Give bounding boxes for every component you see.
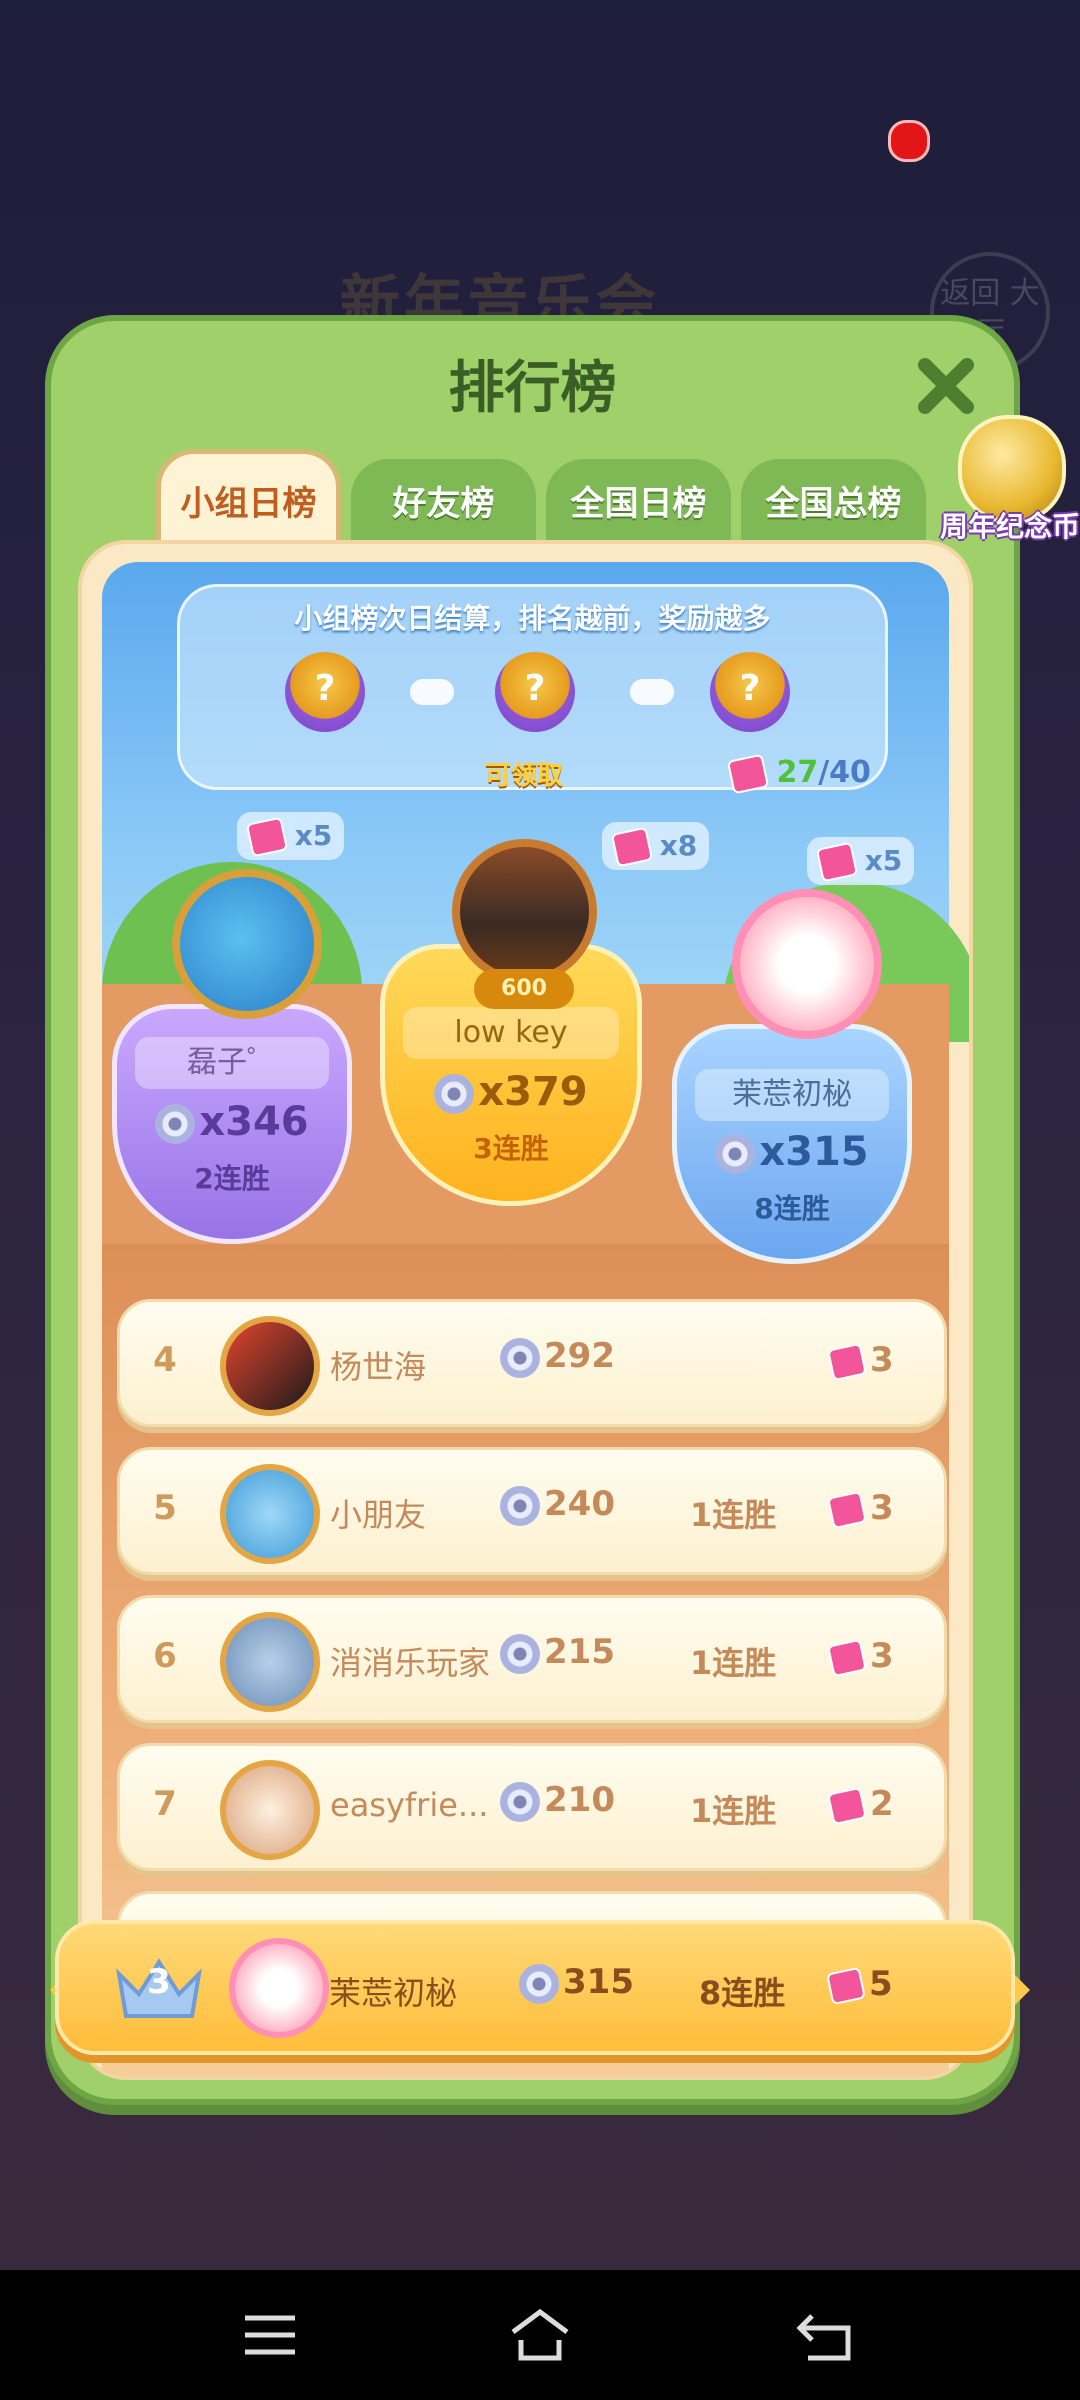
list-row[interactable]: 4 杨世海 292 3 xyxy=(117,1299,947,1427)
ticket-icon xyxy=(726,753,770,794)
ticket-progress: 27/40 xyxy=(726,753,871,794)
my-rank-row[interactable]: 3 茉莣初柲 315 8连胜 5 xyxy=(55,1920,1015,2055)
disc-icon xyxy=(500,1485,540,1526)
player-score: 315 xyxy=(519,1962,634,2004)
panel-title: 排行榜 xyxy=(448,356,617,421)
reward-bag-icon[interactable]: ? xyxy=(710,652,790,732)
menu-icon[interactable] xyxy=(235,2300,305,2370)
disc-icon xyxy=(519,1963,559,2004)
ticket-count: 3 xyxy=(827,1488,894,1529)
ticket-icon xyxy=(827,1490,867,1529)
avatar xyxy=(220,1760,320,1860)
rank-number: 7 xyxy=(153,1784,177,1824)
progress-total: /40 xyxy=(818,755,871,790)
player-name: 消消乐玩家 xyxy=(330,1644,491,1682)
rank-number: 5 xyxy=(153,1488,177,1528)
anniversary-coin-button[interactable]: 周年纪念币 xyxy=(940,415,1080,555)
podium-rank-3[interactable]: 茉莣初柲 x315 8连胜 xyxy=(672,1024,912,1264)
avatar-rank-2[interactable] xyxy=(172,869,322,1019)
ticket-bubble-rank2: x5 xyxy=(237,812,345,860)
player-score: x379 xyxy=(385,1069,637,1115)
avatar xyxy=(220,1612,320,1712)
avatar xyxy=(220,1316,320,1416)
disc-icon xyxy=(500,1337,540,1378)
ticket-bubble-rank1: x8 xyxy=(602,822,710,870)
ticket-icon xyxy=(815,841,859,883)
win-streak: 2连胜 xyxy=(194,1162,270,1195)
leaderboard-content: 小组榜次日结算，排名越前，奖励越多 ? ? 可领取 ? 27/40 x5 x8 … xyxy=(78,540,973,2080)
ticket-icon xyxy=(826,1966,866,2005)
disc-icon xyxy=(715,1134,756,1174)
avatar xyxy=(220,1464,320,1564)
win-streak: 3连胜 xyxy=(473,1132,549,1165)
player-name: 磊子゜ xyxy=(135,1037,329,1089)
ticket-count: 3 xyxy=(827,1636,894,1677)
disc-icon xyxy=(500,1781,540,1822)
win-streak: 8连胜 xyxy=(754,1192,830,1225)
podium-rank-2[interactable]: 磊子゜ x346 2连胜 xyxy=(112,1004,352,1244)
tab-group-daily[interactable]: 小组日榜 xyxy=(156,449,341,554)
player-score: x346 xyxy=(117,1099,347,1145)
avatar xyxy=(229,1938,329,2038)
player-name: 杨世海 xyxy=(330,1348,427,1386)
player-name: low key xyxy=(403,1007,619,1059)
ticket-icon xyxy=(610,826,654,868)
player-name: 茉莣初柲 xyxy=(695,1069,889,1121)
ticket-icon xyxy=(827,1638,867,1677)
system-navbar xyxy=(0,2270,1080,2400)
win-streak: 1连胜 xyxy=(690,1792,777,1830)
ticket-icon xyxy=(827,1342,867,1381)
progress-current: 27 xyxy=(776,755,819,790)
list-row[interactable]: 7 easyfrie... 210 1连胜 2 xyxy=(117,1743,947,1871)
close-icon[interactable] xyxy=(911,351,981,421)
player-score: 240 xyxy=(500,1484,615,1526)
player-score: x315 xyxy=(677,1129,907,1175)
ticket-count: 5 xyxy=(826,1964,893,2005)
ticket-bubble-rank3: x5 xyxy=(807,837,915,885)
disc-icon xyxy=(500,1633,540,1674)
player-name: easyfrie... xyxy=(330,1786,489,1824)
rank-number: 4 xyxy=(153,1340,177,1380)
player-score: 292 xyxy=(500,1336,615,1378)
reward-bag-icon[interactable]: ? xyxy=(495,652,575,732)
disc-icon xyxy=(434,1074,475,1114)
rank-number: 6 xyxy=(153,1636,177,1676)
notice-text: 小组榜次日结算，排名越前，奖励越多 xyxy=(294,602,771,635)
disc-icon xyxy=(155,1104,196,1144)
arrow-icon xyxy=(410,679,454,705)
player-score: 215 xyxy=(500,1632,615,1674)
reward-notice: 小组榜次日结算，排名越前，奖励越多 ? ? 可领取 ? 27/40 xyxy=(177,584,888,794)
ticket-icon xyxy=(245,816,289,858)
win-streak: 1连胜 xyxy=(690,1496,777,1534)
home-icon[interactable] xyxy=(505,2300,575,2370)
player-name: 小朋友 xyxy=(330,1496,427,1534)
tab-bar: 小组日榜 好友榜 全国日榜 全国总榜 xyxy=(156,449,926,554)
list-row[interactable]: 6 消消乐玩家 215 1连胜 3 xyxy=(117,1595,947,1723)
avatar-rank-3[interactable] xyxy=(732,889,882,1039)
claimable-label: 可领取 xyxy=(485,761,564,791)
ticket-count: 3 xyxy=(827,1340,894,1381)
level-badge: 600 xyxy=(474,969,574,1009)
arrow-icon xyxy=(630,679,674,705)
win-streak: 8连胜 xyxy=(699,1974,786,2012)
player-score: 210 xyxy=(500,1780,615,1822)
ticket-icon xyxy=(827,1786,867,1825)
player-name: 茉莣初柲 xyxy=(329,1974,458,2012)
ticket-count: 2 xyxy=(827,1784,894,1825)
reward-bag-icon[interactable]: ? xyxy=(285,652,365,732)
notification-dot xyxy=(888,120,930,162)
my-rank-number: 3 xyxy=(147,1962,171,2002)
coin-label: 周年纪念币 xyxy=(939,510,1080,543)
avatar-rank-1[interactable] xyxy=(452,839,597,984)
win-streak: 1连胜 xyxy=(690,1644,777,1682)
back-icon[interactable] xyxy=(790,2300,860,2370)
list-row[interactable]: 5 小朋友 240 1连胜 3 xyxy=(117,1447,947,1575)
